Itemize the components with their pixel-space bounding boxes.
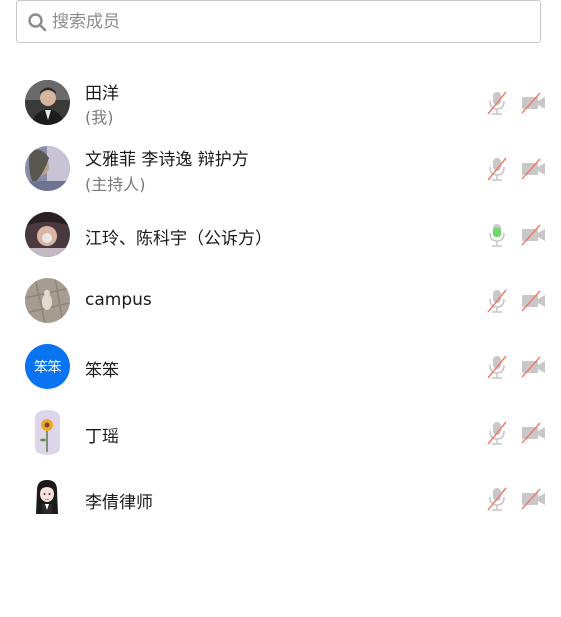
camera-off-icon[interactable] [520,158,547,180]
mic-muted-icon[interactable] [486,90,508,116]
member-row[interactable]: campus [0,268,561,334]
member-name: 丁瑶 [85,427,119,447]
member-row[interactable]: 田洋 (我) [0,70,561,136]
member-avatar [25,146,70,191]
member-row[interactable]: 江玲、陈科宇（公诉方） [0,202,561,268]
member-name: 田洋 [85,84,119,104]
mic-muted-icon[interactable] [486,354,508,380]
mic-muted-icon[interactable] [486,288,508,314]
member-role-note: (主持人) [85,175,146,194]
member-name: 李倩律师 [85,493,153,513]
member-name: 文雅菲 李诗逸 辩护方 [85,150,249,170]
mic-muted-icon[interactable] [486,156,508,182]
member-avatar [25,80,70,125]
member-list: 田洋 (我) 文雅菲 李诗逸 辩护方 (主持人) 江玲、陈科宇（公诉方） cam… [0,70,561,532]
member-row[interactable]: 文雅菲 李诗逸 辩护方 (主持人) [0,136,561,202]
member-avatar [25,212,70,257]
mic-active-icon[interactable] [486,222,508,248]
member-role-note: (我) [85,108,114,127]
camera-off-icon[interactable] [520,92,547,114]
member-avatar [25,476,70,521]
member-avatar: 笨笨 [25,344,70,389]
member-name: 江玲、陈科宇（公诉方） [85,229,272,249]
camera-off-icon[interactable] [520,290,547,312]
camera-off-icon[interactable] [520,488,547,510]
camera-off-icon[interactable] [520,422,547,444]
member-name: campus [85,290,152,310]
member-avatar [25,278,70,323]
search-input[interactable] [52,11,512,32]
member-row[interactable]: 李倩律师 [0,466,561,532]
mic-muted-icon[interactable] [486,486,508,512]
member-row[interactable]: 笨笨 笨笨 [0,334,561,400]
camera-off-icon[interactable] [520,224,547,246]
search-box[interactable] [16,0,541,43]
member-name: 笨笨 [85,361,119,381]
mic-muted-icon[interactable] [486,420,508,446]
search-icon [28,12,47,31]
member-avatar [25,410,70,455]
member-row[interactable]: 丁瑶 [0,400,561,466]
camera-off-icon[interactable] [520,356,547,378]
